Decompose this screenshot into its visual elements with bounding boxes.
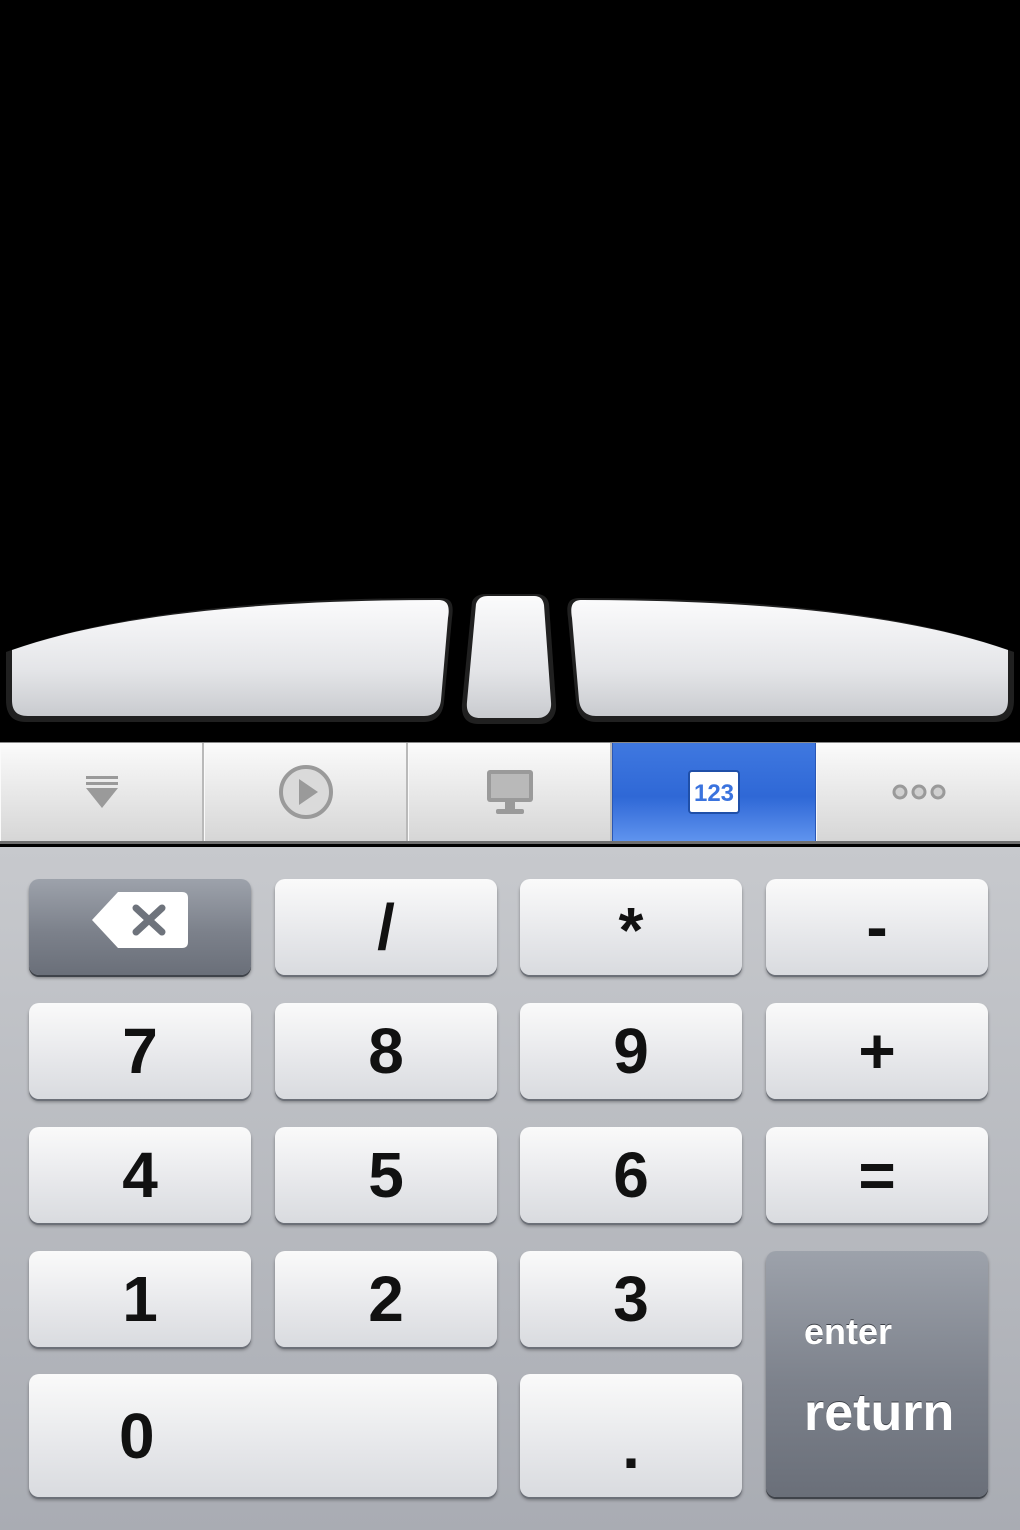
tab-more[interactable] bbox=[816, 743, 1020, 841]
middle-mouse-button[interactable] bbox=[461, 594, 557, 724]
key-7[interactable]: 7 bbox=[29, 1003, 251, 1099]
key-minus[interactable]: - bbox=[766, 879, 988, 975]
key-8[interactable]: 8 bbox=[275, 1003, 497, 1099]
key-4[interactable]: 4 bbox=[29, 1127, 251, 1223]
play-icon bbox=[278, 764, 334, 820]
key-7-label: 7 bbox=[122, 1015, 158, 1087]
more-icon bbox=[891, 782, 947, 802]
key-dot-label: . bbox=[622, 1410, 640, 1482]
key-minus-label: - bbox=[866, 891, 888, 963]
key-slash-label: / bbox=[377, 891, 395, 963]
tab-bar: 123 bbox=[0, 742, 1020, 844]
key-2[interactable]: 2 bbox=[275, 1251, 497, 1347]
key-1-label: 1 bbox=[122, 1263, 158, 1335]
key-9[interactable]: 9 bbox=[520, 1003, 742, 1099]
key-6[interactable]: 6 bbox=[520, 1127, 742, 1223]
numeric-keypad-icon: 123 bbox=[687, 769, 741, 815]
key-8-label: 8 bbox=[368, 1015, 404, 1087]
tab-desktop[interactable] bbox=[408, 743, 612, 841]
backspace-icon bbox=[90, 890, 190, 965]
key-equals[interactable]: = bbox=[766, 1127, 988, 1223]
key-3-label: 3 bbox=[613, 1263, 649, 1335]
key-multiply[interactable]: * bbox=[520, 879, 742, 975]
right-mouse-button[interactable] bbox=[567, 598, 1014, 722]
key-plus-label: + bbox=[858, 1015, 896, 1087]
tab-hide-keyboard[interactable] bbox=[0, 743, 204, 841]
return-key-return-label: return bbox=[804, 1384, 955, 1442]
monitor-icon bbox=[484, 767, 536, 817]
key-0[interactable]: 0 bbox=[29, 1374, 497, 1497]
return-key-enter-label: enter bbox=[804, 1311, 893, 1352]
key-0-label: 0 bbox=[119, 1399, 155, 1472]
numeric-keypad-icon-label: 123 bbox=[694, 780, 734, 807]
tab-media[interactable] bbox=[204, 743, 408, 841]
key-dot[interactable]: . bbox=[520, 1374, 742, 1497]
key-5[interactable]: 5 bbox=[275, 1127, 497, 1223]
numeric-keypad: / * - 7 8 9 + 4 5 6 = 1 2 3 enter return… bbox=[0, 847, 1020, 1530]
tab-numeric-keypad[interactable]: 123 bbox=[612, 743, 816, 841]
key-plus[interactable]: + bbox=[766, 1003, 988, 1099]
backspace-key[interactable] bbox=[29, 879, 251, 975]
key-1[interactable]: 1 bbox=[29, 1251, 251, 1347]
return-key[interactable]: enter return bbox=[766, 1251, 988, 1497]
app-root: 123 / * - 7 8 9 + 4 5 6 = 1 2 3 enter re… bbox=[0, 0, 1020, 1530]
key-5-label: 5 bbox=[368, 1139, 404, 1211]
mouse-buttons bbox=[0, 590, 1020, 735]
key-2-label: 2 bbox=[368, 1263, 404, 1335]
key-9-label: 9 bbox=[613, 1015, 649, 1087]
key-multiply-label: * bbox=[618, 894, 644, 966]
key-4-label: 4 bbox=[122, 1139, 158, 1211]
key-6-label: 6 bbox=[613, 1139, 649, 1211]
key-equals-label: = bbox=[858, 1139, 896, 1211]
left-mouse-button[interactable] bbox=[6, 598, 453, 722]
key-3[interactable]: 3 bbox=[520, 1251, 742, 1347]
key-slash[interactable]: / bbox=[275, 879, 497, 975]
keyboard-hide-icon bbox=[82, 774, 122, 810]
